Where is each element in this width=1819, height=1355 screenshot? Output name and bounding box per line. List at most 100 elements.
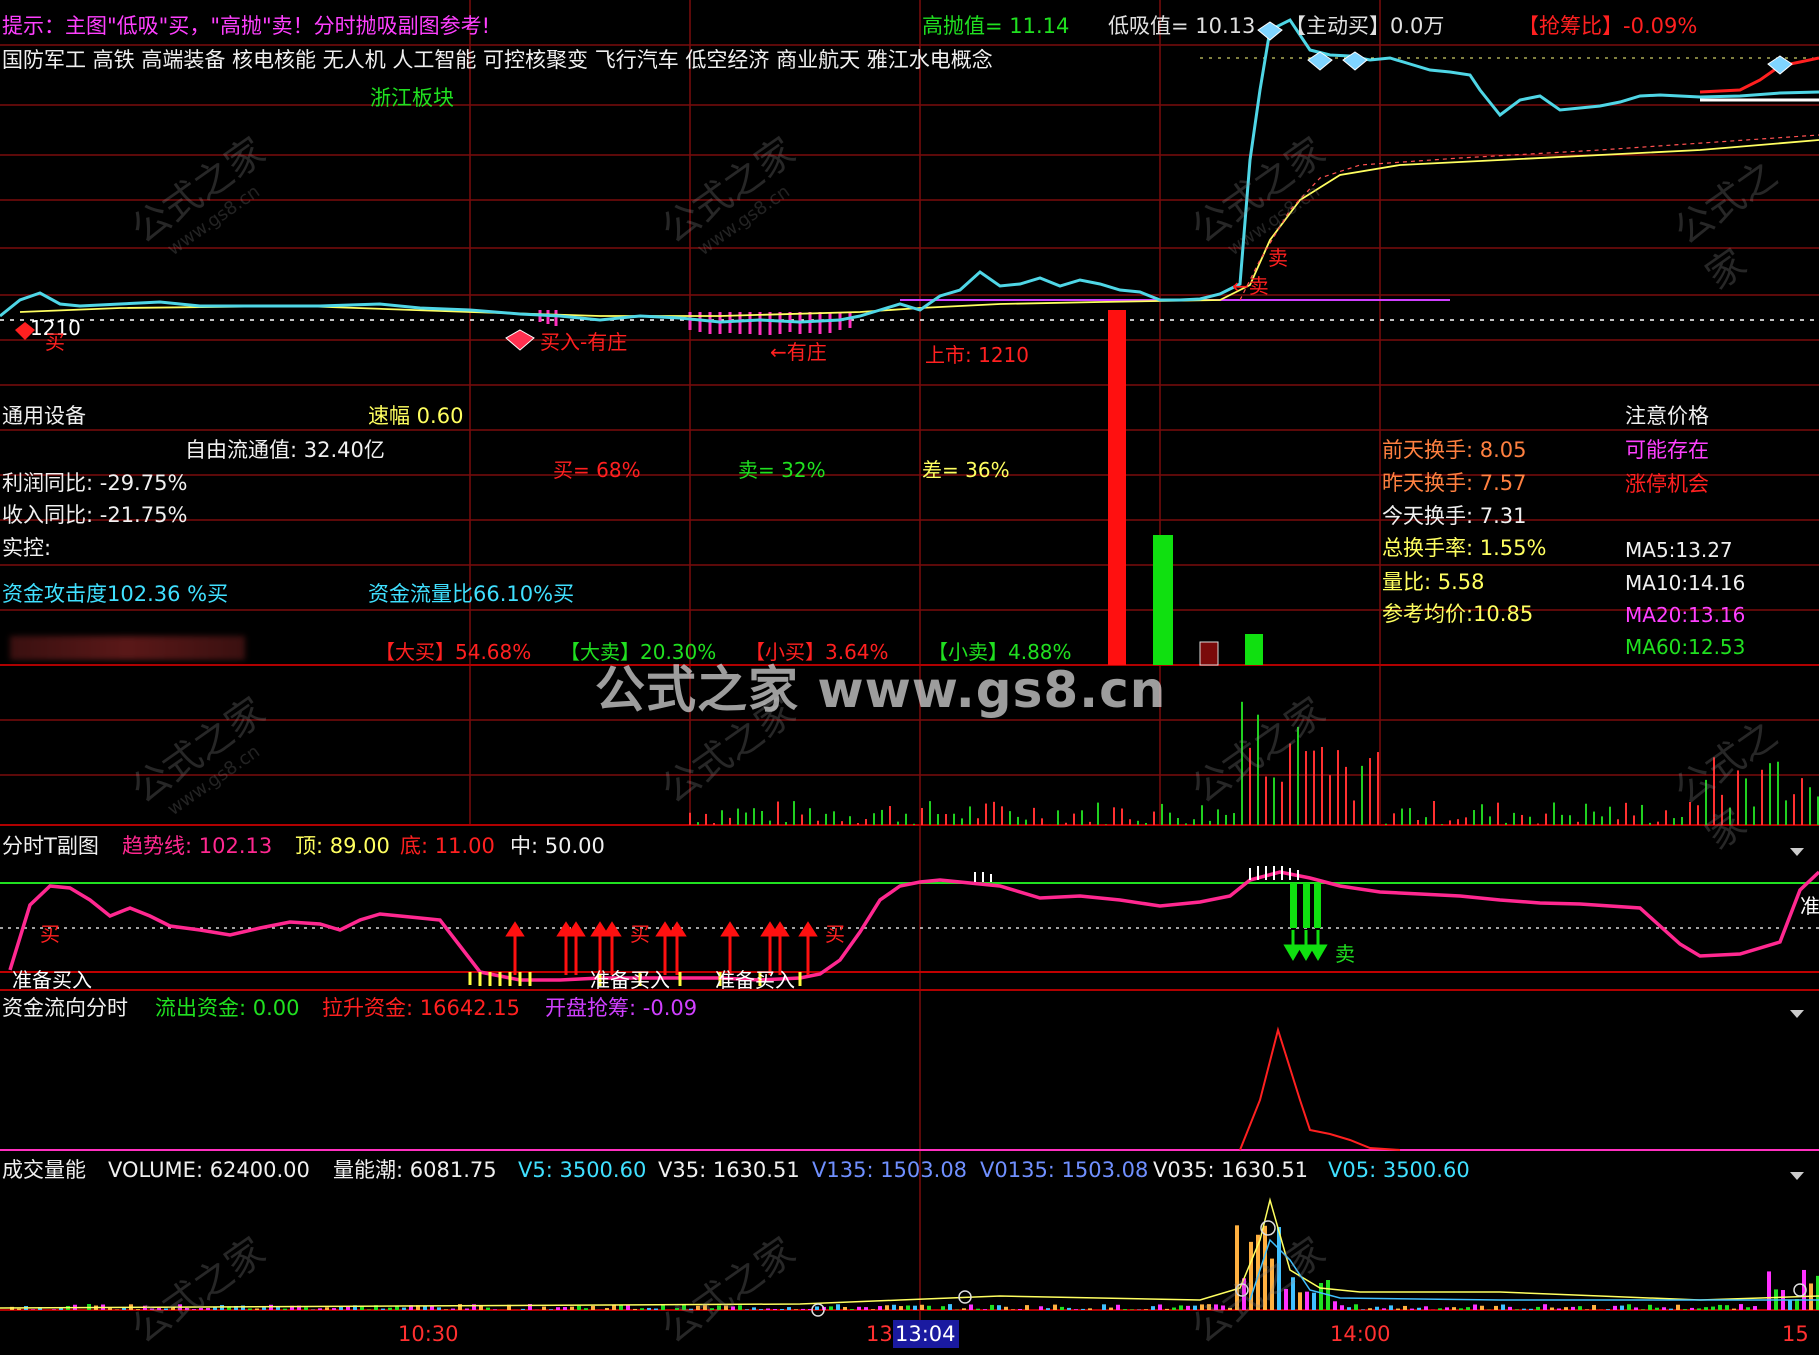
panel-t-trend: 趋势线: 102.13 bbox=[122, 834, 273, 858]
volume-bar bbox=[1704, 1307, 1708, 1310]
notice-title: 注意价格 bbox=[1625, 404, 1709, 428]
volume-bar bbox=[1438, 1308, 1442, 1310]
volume-bar bbox=[1585, 1309, 1589, 1310]
turnover-today: 今天换手: 7.31 bbox=[1382, 504, 1527, 528]
volume-bar bbox=[633, 1308, 637, 1310]
volume-bar bbox=[1165, 1308, 1169, 1310]
volume-bar bbox=[570, 1306, 574, 1310]
volume-bar bbox=[1718, 1304, 1722, 1310]
volume-bar bbox=[920, 1304, 924, 1310]
volume-bar bbox=[1298, 1292, 1302, 1310]
volume-bar bbox=[269, 1304, 273, 1310]
turnover-total: 总换手率: 1.55% bbox=[1382, 536, 1547, 560]
volume-bar bbox=[402, 1307, 406, 1310]
volume-ratio: 量比: 5.58 bbox=[1382, 570, 1485, 594]
volume-bar bbox=[332, 1308, 336, 1310]
volume-bar bbox=[549, 1309, 553, 1310]
volume-bar bbox=[1473, 1304, 1477, 1310]
panel-t-bottom: 底: 11.00 bbox=[400, 834, 495, 858]
volume-bar bbox=[563, 1307, 567, 1310]
volume-bar bbox=[787, 1307, 791, 1310]
volume-bar bbox=[1550, 1307, 1554, 1310]
volume-bar bbox=[640, 1308, 644, 1310]
big-buy: 【大买】54.68% bbox=[375, 640, 532, 664]
volume-bar bbox=[759, 1309, 763, 1310]
small-buy: 【小买】3.64% bbox=[745, 640, 889, 664]
volume-bar bbox=[773, 1309, 777, 1310]
volume-bar bbox=[1074, 1309, 1078, 1310]
volume-bar bbox=[584, 1308, 588, 1310]
ref-avg-price: 参考均价:10.85 bbox=[1382, 602, 1534, 626]
volume-bar bbox=[423, 1306, 427, 1310]
volume-bar bbox=[1410, 1308, 1414, 1310]
volume-bar bbox=[444, 1309, 448, 1310]
open-grab-value: 开盘抢筹: -0.09 bbox=[545, 996, 698, 1020]
volume-bar bbox=[1494, 1305, 1498, 1310]
volume-bar bbox=[1732, 1308, 1736, 1310]
volume-bar bbox=[1354, 1304, 1358, 1310]
volume-bar bbox=[262, 1307, 266, 1310]
volume-bar bbox=[493, 1309, 497, 1310]
volume-bar bbox=[619, 1305, 623, 1310]
volume-bar bbox=[1788, 1299, 1792, 1310]
panel-vol-menu-icon[interactable] bbox=[1790, 1172, 1804, 1180]
panel-flow-name[interactable]: 资金流向分时 bbox=[2, 998, 128, 1019]
volume-bar bbox=[1305, 1291, 1309, 1310]
buy-pct: 买= 68% bbox=[553, 458, 641, 482]
volume-bar bbox=[1375, 1306, 1379, 1310]
volume-bar bbox=[906, 1305, 910, 1310]
notice-line-2: 涨停机会 bbox=[1625, 472, 1709, 496]
time-cursor-label: 13:04 bbox=[895, 1322, 956, 1346]
panel-t-menu-icon[interactable] bbox=[1790, 848, 1804, 856]
volume-bar bbox=[1424, 1306, 1428, 1310]
volume-bar bbox=[969, 1304, 973, 1310]
volume-bar bbox=[325, 1307, 329, 1310]
panel-t-name[interactable]: 分时T副图 bbox=[2, 836, 99, 857]
volume-bar bbox=[962, 1308, 966, 1310]
volume-bar bbox=[1606, 1309, 1610, 1310]
vol-volume: VOLUME: 62400.00 bbox=[108, 1158, 310, 1182]
volume-bar bbox=[577, 1305, 581, 1310]
volume-bar bbox=[1340, 1305, 1344, 1310]
notice-line-1: 可能存在 bbox=[1625, 438, 1709, 462]
volume-bar bbox=[948, 1304, 952, 1310]
volume-bar bbox=[248, 1308, 252, 1310]
volume-bar bbox=[612, 1305, 616, 1310]
ma20: MA20:13.16 bbox=[1625, 603, 1746, 627]
panel-vol-name[interactable]: 成交量能 bbox=[2, 1160, 86, 1181]
volume-bar bbox=[1648, 1304, 1652, 1310]
volume-bar bbox=[983, 1309, 987, 1310]
volume-bar bbox=[1711, 1306, 1715, 1310]
volume-bar bbox=[1620, 1305, 1624, 1310]
volume-bar bbox=[794, 1309, 798, 1310]
volume-bar bbox=[52, 1309, 56, 1310]
panel-flow-menu-icon[interactable] bbox=[1790, 1010, 1804, 1018]
vol-v5: V5: 3500.60 bbox=[518, 1158, 647, 1182]
volume-bar bbox=[318, 1308, 322, 1310]
volume-bar bbox=[1536, 1306, 1540, 1310]
volume-bar bbox=[521, 1308, 525, 1310]
volume-bar bbox=[1578, 1306, 1582, 1310]
volume-bar bbox=[1011, 1309, 1015, 1310]
volume-bar bbox=[1627, 1304, 1631, 1310]
panel-t-top: 顶: 89.00 bbox=[295, 834, 390, 858]
volume-bar bbox=[1753, 1306, 1757, 1310]
volume-bar bbox=[1690, 1307, 1694, 1310]
float-value: 自由流通值: 32.40亿 bbox=[185, 438, 385, 462]
volume-bar bbox=[1389, 1305, 1393, 1310]
prepare-buy-label: 准备买入 bbox=[715, 968, 795, 992]
t-buy-marker: 买 bbox=[825, 922, 845, 946]
volume-bar bbox=[899, 1306, 903, 1310]
vol-v35: V35: 1630.51 bbox=[658, 1158, 800, 1182]
volume-bar bbox=[1641, 1309, 1645, 1310]
time-tick-1030: 10:30 bbox=[398, 1322, 459, 1346]
volume-bar bbox=[1613, 1305, 1617, 1310]
active-buy-value: 【主动买】0.0万 bbox=[1285, 14, 1445, 38]
volume-bar bbox=[542, 1306, 546, 1310]
t-buy-marker: 买 bbox=[630, 922, 650, 946]
turnover-yesterday: 昨天换手: 7.57 bbox=[1382, 471, 1527, 495]
volume-bar bbox=[1515, 1309, 1519, 1310]
volume-bar bbox=[878, 1306, 882, 1310]
volume-bar bbox=[1683, 1309, 1687, 1310]
volume-bar bbox=[1529, 1308, 1533, 1310]
